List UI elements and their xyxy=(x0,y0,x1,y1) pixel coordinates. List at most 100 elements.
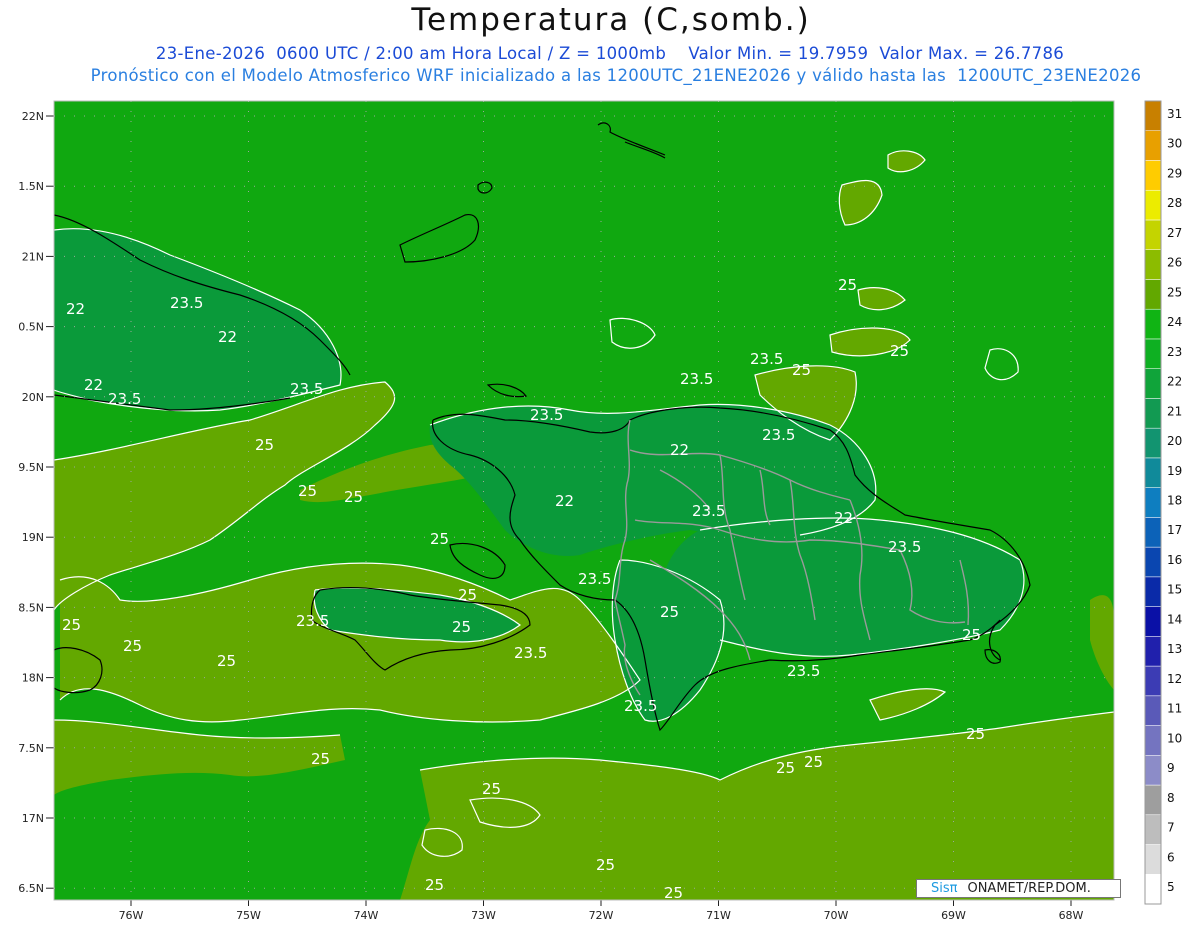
colorbar-swatch xyxy=(1144,695,1162,726)
lat-label: 6.5N xyxy=(18,882,44,895)
colorbar-label: 23 xyxy=(1167,345,1182,359)
colorbar: 5 6 7 8 9 10 11 12 13 14 15 16 17 18 19 20 21 22 23 24 25 26 2… xyxy=(1144,100,1182,905)
contour-label: 25 xyxy=(311,750,330,768)
colorbar-swatch xyxy=(1144,665,1162,697)
contour-label: 23.5 xyxy=(692,502,725,520)
contour-label: 25 xyxy=(344,488,363,506)
colorbar-swatch xyxy=(1144,784,1162,816)
contour-label: 23.5 xyxy=(750,350,783,368)
colorbar-label: 18 xyxy=(1167,494,1182,508)
lon-label: 73W xyxy=(471,909,496,922)
contour-label: 25 xyxy=(123,637,142,655)
lon-label: 69W xyxy=(941,909,966,922)
contour-label: 25 xyxy=(298,482,317,500)
colorbar-swatch xyxy=(1144,755,1162,786)
colorbar-label: 22 xyxy=(1167,375,1182,389)
contour-label: 25 xyxy=(792,361,811,379)
contour-label: 25 xyxy=(890,342,909,360)
colorbar-label: 5 xyxy=(1167,880,1175,894)
contour-label: 25 xyxy=(838,276,857,294)
lat-label: 0.5N xyxy=(18,321,44,334)
colorbar-label: 11 xyxy=(1167,702,1182,716)
contour-label: 23.5 xyxy=(762,426,795,444)
colorbar-label: 17 xyxy=(1167,523,1182,537)
colorbar-swatch xyxy=(1144,636,1162,667)
lat-label: 7.5N xyxy=(18,742,44,755)
colorbar-swatch xyxy=(1144,576,1162,607)
contour-label: 22 xyxy=(834,509,853,527)
lon-label: 70W xyxy=(824,909,849,922)
colorbar-label: 16 xyxy=(1167,553,1182,567)
colorbar-swatch xyxy=(1144,368,1162,399)
colorbar-label: 25 xyxy=(1167,285,1182,299)
colorbar-label: 12 xyxy=(1167,672,1182,686)
contour-label: 22 xyxy=(555,492,574,510)
colorbar-label: 8 xyxy=(1167,791,1175,805)
colorbar-swatch xyxy=(1144,100,1162,131)
colorbar-swatch xyxy=(1144,457,1162,488)
colorbar-label: 29 xyxy=(1167,166,1182,180)
colorbar-swatch xyxy=(1144,308,1162,340)
contour-label: 22 xyxy=(84,376,103,394)
contour-label: 23.5 xyxy=(530,406,563,424)
contour-label: 23.5 xyxy=(296,612,329,630)
colorbar-label: 30 xyxy=(1167,137,1182,151)
contour-label: 25 xyxy=(458,586,477,604)
contour-label: 22 xyxy=(218,328,237,346)
contour-label: 23.5 xyxy=(787,662,820,680)
colorbar-swatch xyxy=(1144,249,1162,280)
colorbar-label: 21 xyxy=(1167,404,1182,418)
lat-label: 9.5N xyxy=(18,461,44,474)
colorbar-label: 6 xyxy=(1167,850,1175,864)
colorbar-swatch xyxy=(1144,546,1162,578)
lat-label: 20N xyxy=(22,391,44,404)
colorbar-label: 27 xyxy=(1167,226,1182,240)
credit-text: ONAMET/REP.DOM. xyxy=(967,881,1091,896)
contour-label: 25 xyxy=(62,616,81,634)
contour-label: 25 xyxy=(660,603,679,621)
colorbar-label: 31 xyxy=(1167,107,1182,121)
colorbar-label: 20 xyxy=(1167,434,1182,448)
colorbar-swatch xyxy=(1144,219,1162,250)
colorbar-swatch xyxy=(1144,517,1162,548)
colorbar-swatch xyxy=(1144,160,1162,191)
colorbar-swatch xyxy=(1144,606,1162,637)
lon-label: 76W xyxy=(119,909,144,922)
contour-label: 25 xyxy=(255,436,274,454)
contour-label: 23.5 xyxy=(170,294,203,312)
lat-label: 22N xyxy=(22,110,44,123)
contour-label: 23.5 xyxy=(108,390,141,408)
contour-label: 25 xyxy=(664,884,683,902)
colorbar-label: 7 xyxy=(1167,821,1175,835)
contour-label: 25 xyxy=(962,626,981,644)
contour-label: 23.5 xyxy=(680,370,713,388)
lon-label: 75W xyxy=(236,909,261,922)
colorbar-label: 9 xyxy=(1167,761,1175,775)
credit-box: Sisπ ONAMET/REP.DOM. xyxy=(916,879,1121,898)
contour-label: 25 xyxy=(596,856,615,874)
contour-label: 25 xyxy=(452,618,471,636)
contour-label: 25 xyxy=(425,876,444,894)
contour-label: 23.5 xyxy=(578,570,611,588)
lat-label: 21N xyxy=(22,250,44,263)
contour-label: 23.5 xyxy=(290,380,323,398)
lon-label: 71W xyxy=(706,909,731,922)
colorbar-label: 26 xyxy=(1167,256,1182,270)
contour-label: 25 xyxy=(776,759,795,777)
colorbar-swatch xyxy=(1144,844,1162,875)
lat-label: 8.5N xyxy=(18,601,44,614)
temperature-map: 23.5 22 22 23.5 22 23.5 23.5 25 25 25 23.5 23.5 22 22… xyxy=(18,100,1182,922)
lon-label: 74W xyxy=(354,909,379,922)
colorbar-swatch xyxy=(1144,725,1162,756)
colorbar-label: 10 xyxy=(1167,731,1182,745)
sispi-logo: Sisπ xyxy=(931,881,958,896)
colorbar-label: 24 xyxy=(1167,315,1182,329)
lat-label: 18N xyxy=(22,672,44,685)
contour-label: 25 xyxy=(217,652,236,670)
contour-label: 25 xyxy=(804,753,823,771)
lat-label: 19N xyxy=(22,531,44,544)
colorbar-swatch xyxy=(1144,427,1162,459)
colorbar-swatch xyxy=(1144,487,1162,518)
colorbar-label: 14 xyxy=(1167,612,1182,626)
colorbar-label: 28 xyxy=(1167,196,1182,210)
